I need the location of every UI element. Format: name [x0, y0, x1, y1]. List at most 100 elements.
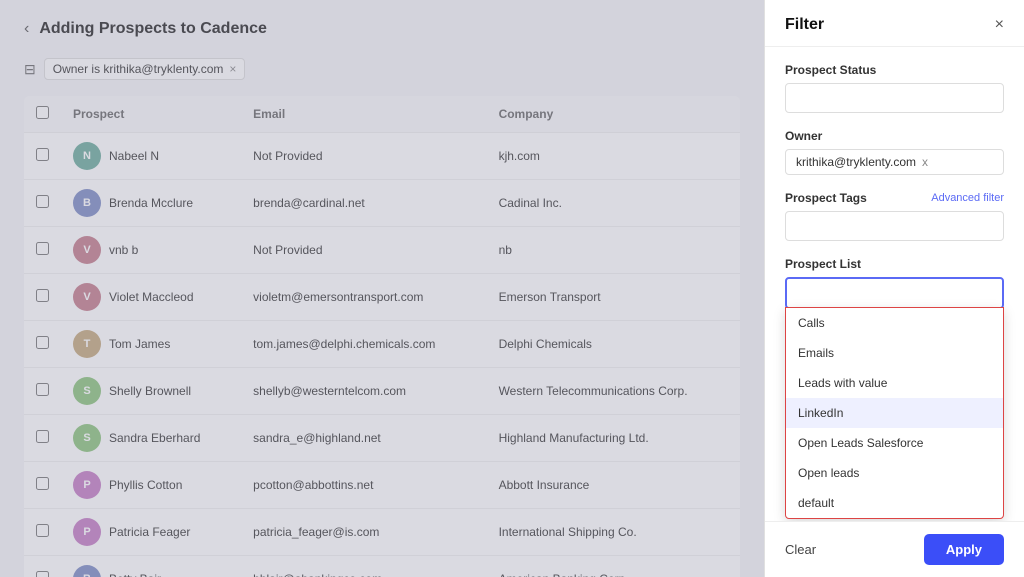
table-header-company: Company [487, 96, 740, 133]
row-company-cell: kjh.com [487, 133, 740, 180]
row-checkbox-2[interactable] [36, 242, 49, 255]
row-checkbox-4[interactable] [36, 336, 49, 349]
dropdown-item[interactable]: Open leads [786, 458, 1003, 488]
page-header: ‹ Adding Prospects to Cadence [24, 20, 740, 38]
row-email-cell: tom.james@delphi.chemicals.com [241, 321, 486, 368]
row-prospect-cell: T Tom James [61, 321, 241, 368]
owner-remove-button[interactable]: x [922, 155, 928, 169]
dropdown-item[interactable]: LinkedIn [786, 398, 1003, 428]
advanced-filter-link[interactable]: Advanced filter [931, 192, 1004, 204]
owner-section: Owner krithika@tryklenty.com x [785, 129, 1004, 175]
table-row: T Tom James tom.james@delphi.chemicals.c… [24, 321, 740, 368]
row-prospect-cell: S Shelly Brownell [61, 368, 241, 415]
owner-label: Owner [785, 129, 1004, 143]
prospect-avatar: S [73, 424, 101, 452]
row-email-cell: sandra_e@highland.net [241, 415, 486, 462]
row-checkbox-cell [24, 180, 61, 227]
row-company-cell: Emerson Transport [487, 274, 740, 321]
owner-tag[interactable]: krithika@tryklenty.com x [785, 149, 1004, 175]
dropdown-item[interactable]: Open Leads Salesforce [786, 428, 1003, 458]
table-row: N Nabeel N Not Provided kjh.com [24, 133, 740, 180]
row-checkbox-cell [24, 321, 61, 368]
table-row: S Shelly Brownell shellyb@westerntelcom.… [24, 368, 740, 415]
row-company-cell: Cadinal Inc. [487, 180, 740, 227]
owner-value: krithika@tryklenty.com [796, 155, 916, 169]
filter-body: Prospect Status Owner krithika@tryklenty… [765, 47, 1024, 521]
dropdown-item[interactable]: Emails [786, 338, 1003, 368]
prospect-tags-input[interactable] [785, 211, 1004, 241]
page-title: Adding Prospects to Cadence [39, 20, 267, 38]
prospect-name: Sandra Eberhard [109, 431, 200, 445]
filter-header: Filter × [765, 0, 1024, 47]
row-checkbox-cell [24, 415, 61, 462]
table-row: P Patricia Feager patricia_feager@is.com… [24, 509, 740, 556]
prospect-avatar: B [73, 189, 101, 217]
table-row: V Violet Maccleod violetm@emersontranspo… [24, 274, 740, 321]
back-button[interactable]: ‹ [24, 20, 29, 38]
prospect-avatar: N [73, 142, 101, 170]
active-filter-tag[interactable]: Owner is krithika@tryklenty.com × [44, 58, 246, 80]
dropdown-item[interactable]: Calls [786, 308, 1003, 338]
row-company-cell: Western Telecommunications Corp. [487, 368, 740, 415]
row-email-cell: shellyb@westerntelcom.com [241, 368, 486, 415]
filter-footer: Clear Apply [765, 521, 1024, 577]
prospect-status-section: Prospect Status [785, 63, 1004, 113]
prospect-status-input[interactable] [785, 83, 1004, 113]
dropdown-item[interactable]: Leads with value [786, 368, 1003, 398]
row-email-cell: pcotton@abbottins.net [241, 462, 486, 509]
prospect-name: Patricia Feager [109, 525, 190, 539]
prospect-name: Nabeel N [109, 149, 159, 163]
row-prospect-cell: V vnb b [61, 227, 241, 274]
prospect-name: Violet Maccleod [109, 290, 194, 304]
table-row: P Phyllis Cotton pcotton@abbottins.net A… [24, 462, 740, 509]
row-prospect-cell: V Violet Maccleod [61, 274, 241, 321]
row-company-cell: Delphi Chemicals [487, 321, 740, 368]
row-prospect-cell: P Phyllis Cotton [61, 462, 241, 509]
clear-button[interactable]: Clear [785, 542, 816, 557]
row-prospect-cell: P Patricia Feager [61, 509, 241, 556]
row-checkbox-5[interactable] [36, 383, 49, 396]
prospect-avatar: T [73, 330, 101, 358]
main-panel: ‹ Adding Prospects to Cadence ⊟ Owner is… [0, 0, 764, 577]
row-checkbox-9[interactable] [36, 571, 49, 577]
apply-button[interactable]: Apply [924, 534, 1004, 565]
row-email-cell: Not Provided [241, 227, 486, 274]
row-prospect-cell: N Nabeel N [61, 133, 241, 180]
prospect-name: Betty Bair [109, 572, 161, 577]
row-company-cell: International Shipping Co. [487, 509, 740, 556]
filter-icon: ⊟ [24, 61, 36, 78]
prospect-avatar: P [73, 471, 101, 499]
row-email-cell: brenda@cardinal.net [241, 180, 486, 227]
prospect-list-dropdown: CallsEmailsLeads with valueLinkedInOpen … [785, 307, 1004, 519]
filter-tag-close[interactable]: × [229, 62, 236, 76]
filter-close-button[interactable]: × [995, 16, 1004, 34]
prospect-avatar: V [73, 283, 101, 311]
row-email-cell: violetm@emersontransport.com [241, 274, 486, 321]
row-checkbox-1[interactable] [36, 195, 49, 208]
row-checkbox-6[interactable] [36, 430, 49, 443]
row-prospect-cell: S Sandra Eberhard [61, 415, 241, 462]
prospect-list-input[interactable] [785, 277, 1004, 309]
row-email-cell: Not Provided [241, 133, 486, 180]
prospect-avatar: V [73, 236, 101, 264]
select-all-checkbox[interactable] [36, 106, 49, 119]
row-checkbox-0[interactable] [36, 148, 49, 161]
prospect-status-label: Prospect Status [785, 63, 1004, 77]
row-prospect-cell: B Brenda Mcclure [61, 180, 241, 227]
table-header-checkbox [24, 96, 61, 133]
row-checkbox-3[interactable] [36, 289, 49, 302]
row-checkbox-cell [24, 462, 61, 509]
dropdown-item[interactable]: default [786, 488, 1003, 518]
row-checkbox-8[interactable] [36, 524, 49, 537]
table-row: B Betty Bair bblair@abankingco.com Ameri… [24, 556, 740, 577]
filter-panel: Filter × Prospect Status Owner krithika@… [764, 0, 1024, 577]
prospect-name: Brenda Mcclure [109, 196, 193, 210]
row-company-cell: Abbott Insurance [487, 462, 740, 509]
row-company-cell: American Banking Corp. [487, 556, 740, 577]
filter-title: Filter [785, 16, 824, 34]
prospect-list-label: Prospect List [785, 257, 1004, 271]
row-email-cell: patricia_feager@is.com [241, 509, 486, 556]
prospect-avatar: S [73, 377, 101, 405]
prospect-name: Shelly Brownell [109, 384, 191, 398]
row-checkbox-7[interactable] [36, 477, 49, 490]
